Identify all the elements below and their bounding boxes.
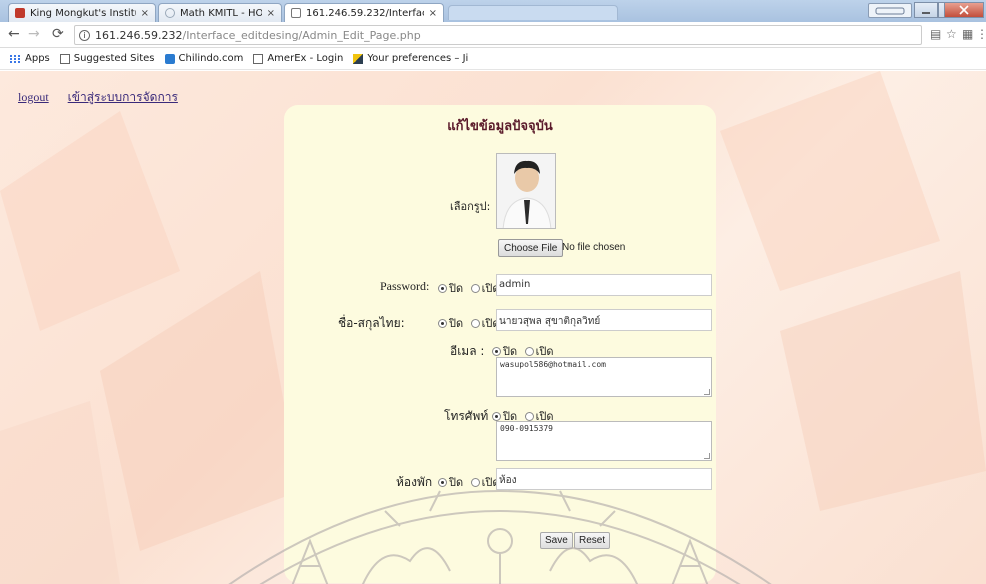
logout-link[interactable]: logout: [18, 90, 49, 104]
info-icon[interactable]: i: [79, 29, 90, 41]
close-icon[interactable]: ×: [429, 8, 437, 19]
password-label: Password:: [380, 279, 430, 293]
form-title: แก้ไขข้อมูลปัจจุบัน: [447, 119, 553, 134]
bookmarks-bar: Apps Suggested Sites Chilindo.com AmerEx…: [0, 48, 986, 70]
name-visibility: ปิด เปิด: [434, 314, 500, 332]
bookmark-label: Suggested Sites: [73, 53, 155, 64]
bookmark-star-icon[interactable]: ☆: [946, 27, 957, 41]
bookmark-preferences[interactable]: Your preferences – Ji: [353, 53, 468, 64]
email-label: อีเมล :: [450, 344, 485, 358]
radio-label: ปิด: [449, 282, 464, 295]
password-hide-radio[interactable]: [438, 284, 447, 293]
tab-math-kmitl[interactable]: Math KMITL - HOME ×: [158, 3, 282, 22]
browser-tab-strip: King Mongkut's Institut × Math KMITL - H…: [0, 0, 986, 22]
loading-favicon-icon: [165, 8, 175, 18]
menu-icon[interactable]: ⋮: [976, 27, 986, 41]
extension-icon[interactable]: ▦: [962, 27, 973, 41]
address-path: /Interface_editdesing/Admin_Edit_Page.ph…: [182, 28, 421, 42]
bookmark-amerex[interactable]: AmerEx - Login: [253, 53, 343, 64]
choose-file-button[interactable]: Choose File: [498, 239, 564, 257]
profile-button[interactable]: [868, 3, 912, 18]
tab-admin-edit[interactable]: 161.246.59.232/Interfac ×: [284, 3, 444, 22]
new-tab-button[interactable]: [448, 5, 618, 20]
university-seal-watermark: [228, 490, 772, 584]
email-value: wasupol586@hotmail.com: [500, 360, 606, 369]
person-photo-icon: [497, 154, 555, 228]
bookmark-apps[interactable]: Apps: [10, 53, 50, 64]
forward-icon[interactable]: →: [28, 26, 40, 42]
close-icon[interactable]: ×: [267, 8, 275, 19]
phone-show-radio[interactable]: [524, 412, 534, 421]
address-toolbar: ← → ⟳ i 161.246.59.232/Interface_editdes…: [0, 22, 986, 48]
back-icon[interactable]: ←: [8, 26, 20, 42]
close-icon[interactable]: ×: [141, 8, 149, 19]
apps-grid-icon: [10, 54, 21, 63]
admin-system-link[interactable]: เข้าสู่ระบบการจัดการ: [68, 90, 178, 104]
page-icon: [59, 53, 70, 64]
photo-label: เลือกรูป:: [450, 200, 491, 213]
address-bar[interactable]: i 161.246.59.232/Interface_editdesing/Ad…: [74, 25, 922, 45]
page-content: logout เข้าสู่ระบบการจัดการ แก้ไขข้อมูลป…: [0, 71, 986, 584]
thai-name-label: ชื่อ-สกุลไทย:: [338, 316, 405, 330]
minimize-button[interactable]: [914, 2, 938, 18]
email-textarea[interactable]: wasupol586@hotmail.com: [496, 357, 712, 397]
profile-avatar-icon: [875, 7, 905, 14]
thai-name-input[interactable]: นายวสุพล สุขาติกุลวิทย์: [496, 309, 712, 331]
translate-icon[interactable]: ▤: [930, 27, 941, 41]
reload-icon[interactable]: ⟳: [52, 26, 64, 42]
pencil-icon: [353, 53, 364, 64]
kmitl-favicon-icon: [15, 8, 25, 18]
tab-label: 161.246.59.232/Interfac: [306, 7, 424, 19]
profile-photo: [496, 153, 556, 229]
tab-label: Math KMITL - HOME: [180, 7, 262, 19]
phone-hide-radio[interactable]: [492, 412, 501, 421]
bookmark-chilindo[interactable]: Chilindo.com: [164, 53, 244, 64]
tab-label: King Mongkut's Institut: [30, 7, 136, 19]
resize-handle-icon[interactable]: [704, 389, 710, 395]
page-favicon-icon: [291, 8, 301, 18]
top-links: logout เข้าสู่ระบบการจัดการ: [18, 88, 194, 107]
tab-kmitl[interactable]: King Mongkut's Institut ×: [8, 3, 156, 22]
email-hide-radio[interactable]: [492, 347, 501, 356]
bookmark-label: Chilindo.com: [178, 53, 244, 64]
password-show-radio[interactable]: [470, 284, 480, 293]
page-icon: [253, 53, 264, 64]
radio-label: ปิด: [449, 317, 464, 330]
window-close-button[interactable]: [944, 2, 984, 18]
bookmark-label: Your preferences – Ji: [367, 53, 469, 64]
chilindo-icon: [164, 53, 175, 64]
close-icon: [959, 5, 969, 15]
password-visibility: ปิด เปิด: [434, 279, 500, 297]
email-show-radio[interactable]: [524, 347, 534, 356]
bookmark-label: AmerEx - Login: [267, 53, 344, 64]
name-hide-radio[interactable]: [438, 319, 447, 328]
bookmark-label: Apps: [25, 53, 50, 64]
name-show-radio[interactable]: [470, 319, 480, 328]
minimize-icon: [922, 12, 930, 14]
bookmark-suggested-sites[interactable]: Suggested Sites: [59, 53, 155, 64]
address-host: 161.246.59.232: [95, 28, 183, 42]
file-status: No file chosen: [562, 242, 626, 253]
password-input[interactable]: admin: [496, 274, 712, 296]
